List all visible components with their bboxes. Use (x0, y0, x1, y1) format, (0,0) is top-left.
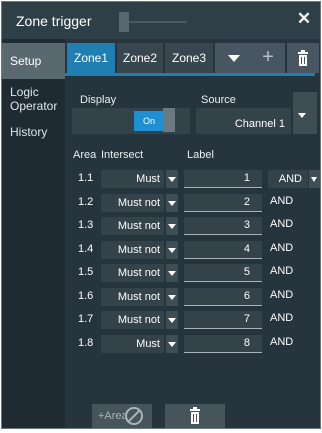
tab-zone3[interactable]: Zone3 (165, 43, 213, 73)
intersect-dropdown-button[interactable] (166, 217, 178, 235)
intersect-dropdown-button[interactable] (166, 194, 178, 212)
close-icon[interactable]: ✕ (294, 9, 314, 29)
label-input[interactable]: 3 (184, 217, 262, 235)
operator-label[interactable]: AND (270, 242, 293, 254)
chevron-down-icon (298, 113, 306, 118)
intersect-dropdown-button[interactable] (166, 335, 178, 353)
tab-zone2[interactable]: Zone2 (117, 43, 163, 73)
label-input[interactable]: 6 (184, 288, 262, 306)
drag-track (127, 21, 187, 23)
operator-label[interactable]: AND (270, 195, 293, 207)
chevron-down-icon (228, 55, 240, 62)
row-area: 1.6 (78, 290, 94, 302)
sidebar-item-label: Setup (10, 54, 42, 68)
column-header-area: Area (73, 149, 97, 161)
row-area: 1.4 (78, 243, 94, 255)
display-toggle[interactable]: On (134, 111, 164, 131)
chevron-down-icon (168, 271, 176, 276)
tab-zone1[interactable]: Zone1 (67, 43, 115, 73)
operator-label[interactable]: AND (270, 312, 293, 324)
operator-label[interactable]: AND (270, 336, 293, 348)
intersect-dropdown-button[interactable] (166, 241, 178, 259)
plus-icon: + (262, 46, 274, 68)
operator-label[interactable]: AND (270, 265, 293, 277)
label-input[interactable]: 7 (184, 311, 262, 329)
chevron-down-icon (168, 201, 176, 206)
add-zone-button[interactable]: + (251, 43, 285, 73)
trash-icon (298, 50, 308, 66)
display-label: Display (80, 94, 117, 106)
sidebar-item-history[interactable]: History (2, 121, 65, 143)
intersect-select[interactable]: Must not (101, 311, 164, 329)
sidebar-item-label: History (10, 125, 48, 139)
trash-icon (190, 407, 200, 424)
dialog-title: Zone trigger (16, 13, 92, 29)
operator-label[interactable]: AND (270, 289, 293, 301)
chevron-down-icon (168, 224, 176, 229)
row-area: 1.8 (78, 337, 94, 349)
toggle-knob[interactable] (163, 108, 175, 132)
title-bar[interactable]: Zone trigger ✕ (2, 2, 320, 39)
source-value: Channel 1 (234, 118, 285, 130)
sidebar-item-setup[interactable]: Setup (2, 43, 65, 79)
add-area-button[interactable]: +Area (92, 404, 152, 428)
column-header-label: Label (187, 149, 214, 161)
delete-zone-button[interactable] (287, 43, 319, 73)
label-input[interactable]: 2 (184, 194, 262, 212)
source-label: Source (201, 94, 236, 106)
intersect-select[interactable]: Must (101, 335, 164, 353)
intersect-select[interactable]: Must (101, 170, 164, 188)
intersect-select[interactable]: Must not (101, 241, 164, 259)
label-input[interactable]: 4 (184, 241, 262, 259)
intersect-select[interactable]: Must not (101, 264, 164, 282)
operator-dropdown-button[interactable] (309, 170, 320, 188)
row-area: 1.7 (78, 313, 94, 325)
row-area: 1.2 (78, 196, 94, 208)
intersect-dropdown-button[interactable] (166, 264, 178, 282)
chevron-down-icon (168, 295, 176, 300)
operator-select[interactable]: AND (268, 170, 308, 188)
intersect-dropdown-button[interactable] (166, 170, 178, 188)
row-area: 1.3 (78, 219, 94, 231)
chevron-down-icon (168, 318, 176, 323)
tab-label: Zone3 (171, 51, 207, 65)
add-area-label: +Area (98, 410, 128, 422)
intersect-dropdown-button[interactable] (166, 288, 178, 306)
chevron-down-icon (311, 177, 317, 182)
intersect-select[interactable]: Must not (101, 217, 164, 235)
intersect-select[interactable]: Must not (101, 288, 164, 306)
drag-handle[interactable] (119, 12, 129, 32)
chevron-down-icon (168, 342, 176, 347)
tab-underline (65, 73, 315, 76)
chevron-down-icon (168, 248, 176, 253)
delete-area-button[interactable] (165, 404, 225, 428)
sidebar: Setup Logic Operator History (2, 39, 65, 428)
operator-label[interactable]: AND (270, 218, 293, 230)
intersect-select[interactable]: Must not (101, 194, 164, 212)
intersect-dropdown-button[interactable] (166, 311, 178, 329)
column-header-intersect: Intersect (101, 149, 144, 161)
no-entry-icon (125, 407, 143, 425)
chevron-down-icon (168, 177, 176, 182)
tab-label: Zone1 (73, 51, 109, 65)
label-input[interactable]: 8 (184, 335, 262, 353)
label-input[interactable]: 1 (184, 170, 262, 188)
tab-dropdown-button[interactable] (215, 43, 253, 73)
tab-label: Zone2 (122, 51, 158, 65)
sidebar-item-logic-operator[interactable]: Logic Operator (2, 83, 65, 113)
label-input[interactable]: 5 (184, 264, 262, 282)
row-area: 1.1 (78, 172, 94, 184)
sidebar-item-label: Logic Operator (10, 85, 58, 113)
row-area: 1.5 (78, 266, 94, 278)
